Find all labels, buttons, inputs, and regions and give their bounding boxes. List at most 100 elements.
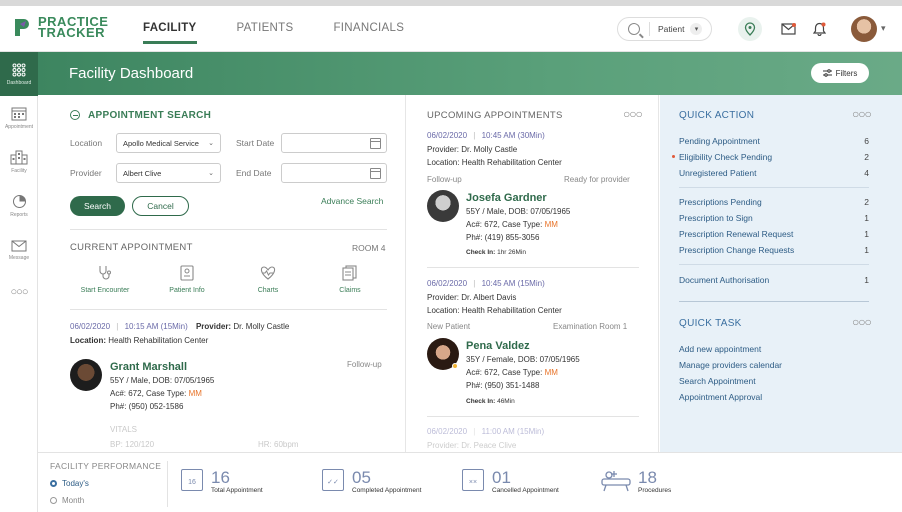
collapse-icon[interactable]: [70, 110, 80, 120]
start-date-label: Start Date: [236, 138, 275, 148]
cancel-button[interactable]: Cancel: [132, 196, 189, 216]
advance-search-link[interactable]: Advance Search: [321, 196, 383, 206]
start-encounter-button[interactable]: Start Encounter: [70, 265, 140, 294]
stat-completed-appointment: ✓✓ 05 Completed Appointment: [322, 469, 421, 494]
chevron-down-icon[interactable]: ▾: [881, 23, 886, 34]
quick-action-label: Pending Appointment: [679, 136, 760, 146]
claims-button[interactable]: Claims: [315, 265, 385, 294]
more-dots-icon: ○○○: [10, 286, 29, 298]
quick-task-link[interactable]: Add new appointment: [679, 344, 869, 354]
quick-action-item[interactable]: Prescription to Sign 1: [679, 213, 869, 223]
appointment-date: 06/02/2020: [427, 427, 468, 436]
more-dots-icon[interactable]: ○○○: [852, 107, 872, 121]
bell-icon[interactable]: [807, 17, 831, 41]
current-appointment-title: CURRENT APPOINTMENT: [70, 242, 193, 253]
today-radio[interactable]: [50, 480, 57, 487]
quick-action-count: 1: [864, 275, 869, 285]
appointment-date: 06/02/2020: [70, 322, 111, 331]
nav-financials[interactable]: FINANCIALS: [333, 22, 404, 44]
divider: [70, 309, 387, 310]
divider: [679, 301, 869, 302]
stat-label: Completed Appointment: [352, 487, 422, 494]
app-name-line2: TRACKER: [38, 25, 106, 40]
stat-label: Procedures: [638, 487, 672, 494]
quick-action-label: Prescription Change Requests: [679, 245, 795, 255]
patient-name[interactable]: Grant Marshall: [110, 361, 187, 373]
quick-task-link[interactable]: Appointment Approval: [679, 392, 869, 402]
upcoming-datetime: 06/02/2020 | 10:45 AM (30Min): [427, 131, 545, 140]
location-select[interactable]: Apollo Medical Service ⌄: [116, 133, 221, 153]
user-avatar[interactable]: [851, 16, 877, 42]
patient-phone: Ph#: (950) 052-1586: [110, 402, 184, 411]
search-icon[interactable]: [628, 23, 640, 35]
patient-avatar[interactable]: [427, 190, 459, 222]
patient-account: Ac#: 672, Case Type: MM: [466, 368, 558, 377]
quick-action-item[interactable]: Prescription Change Requests 1: [679, 245, 869, 255]
upcoming-status: Follow-up: [427, 175, 462, 184]
charts-button[interactable]: Charts: [233, 265, 303, 294]
nav-patients[interactable]: PATIENTS: [237, 22, 294, 44]
calendar-icon[interactable]: [370, 168, 381, 179]
patient-demographics: 55Y / Male, DOB: 07/05/1965: [466, 207, 571, 216]
start-date-input[interactable]: [281, 133, 387, 153]
app-logo[interactable]: PRACTICE TRACKER: [12, 15, 108, 40]
page-title: Facility Dashboard: [69, 65, 194, 82]
check-in-time: Check In: 46Min: [466, 398, 515, 405]
today-label[interactable]: Today's: [62, 479, 89, 488]
quick-action-item[interactable]: Eligibility Check Pending 2: [672, 152, 869, 162]
upcoming-location: Location: Health Rehabilitation Center: [427, 158, 562, 167]
calendar-icon: [11, 107, 27, 121]
stat-body: 18 Procedures: [638, 469, 671, 494]
patient-avatar[interactable]: [70, 359, 102, 391]
appointment-time: 11:00 AM (15Min): [481, 427, 545, 436]
rail-item-facility[interactable]: Facility: [0, 140, 38, 184]
action-label: Claims: [339, 287, 361, 294]
patient-account: Ac#: 672, Case Type: MM: [110, 389, 202, 398]
search-button[interactable]: Search: [70, 196, 125, 216]
vitals-hr: HR: 60bpm: [258, 440, 299, 449]
rail-item-dashboard[interactable]: Dashboard: [0, 52, 38, 96]
rail-item-message[interactable]: Message: [0, 228, 38, 272]
calendar-icon[interactable]: [370, 138, 381, 149]
patient-demographics: 35Y / Female, DOB: 07/05/1965: [466, 355, 580, 364]
quick-action-count: 1: [864, 229, 869, 239]
quick-action-item[interactable]: Prescriptions Pending 2: [679, 197, 869, 207]
provider-label: Provider: [70, 168, 102, 178]
room-label: ROOM 4: [352, 243, 386, 253]
quick-action-item[interactable]: Unregistered Patient 4: [679, 168, 869, 178]
month-radio[interactable]: [50, 497, 57, 504]
mail-icon[interactable]: [776, 17, 800, 41]
chevron-down-icon: ⌄: [208, 170, 214, 177]
procedure-bed-icon: [600, 469, 632, 498]
current-appointment-datetime: 06/02/2020 | 10:15 AM (15Min) Provider: …: [70, 322, 290, 331]
divider: [679, 264, 869, 265]
search-filter-value[interactable]: Patient: [658, 24, 684, 34]
patient-phone: Ph#: (419) 855-3056: [466, 233, 540, 242]
rail-item-appointment[interactable]: Appointment: [0, 96, 38, 140]
filters-button[interactable]: Filters: [811, 63, 869, 83]
global-search[interactable]: Patient ▾: [617, 17, 712, 41]
provider-select[interactable]: Albert Clive ⌄: [116, 163, 221, 183]
stat-label: Total Appointment: [211, 487, 263, 494]
appointment-time: 10:45 AM (30Min): [481, 131, 545, 140]
chevron-down-icon[interactable]: ▾: [690, 23, 703, 35]
month-label[interactable]: Month: [62, 496, 84, 505]
quick-task-link[interactable]: Manage providers calendar: [679, 360, 869, 370]
account-prefix: Ac#: 672, Case Type:: [110, 389, 187, 398]
heart-pulse-icon: [260, 266, 276, 280]
quick-action-item[interactable]: Document Authorisation 1: [679, 275, 869, 285]
patient-info-button[interactable]: Patient Info: [152, 265, 222, 294]
quick-task-link[interactable]: Search Appointment: [679, 376, 869, 386]
more-dots-icon[interactable]: ○○○: [852, 315, 872, 329]
patient-name[interactable]: Josefa Gardner: [466, 192, 547, 204]
rail-item-reports[interactable]: Reports: [0, 184, 38, 228]
rail-more-button[interactable]: ○○○: [0, 270, 38, 314]
quick-action-item[interactable]: Prescription Renewal Request 1: [679, 229, 869, 239]
end-date-input[interactable]: [281, 163, 387, 183]
patient-name[interactable]: Pena Valdez: [466, 340, 530, 352]
location-pin-icon[interactable]: [738, 17, 762, 41]
more-dots-icon[interactable]: ○○○: [623, 107, 643, 121]
quick-action-item[interactable]: Pending Appointment 6: [679, 136, 869, 146]
nav-facility[interactable]: FACILITY: [143, 22, 197, 44]
quick-action-label: Document Authorisation: [679, 275, 770, 285]
